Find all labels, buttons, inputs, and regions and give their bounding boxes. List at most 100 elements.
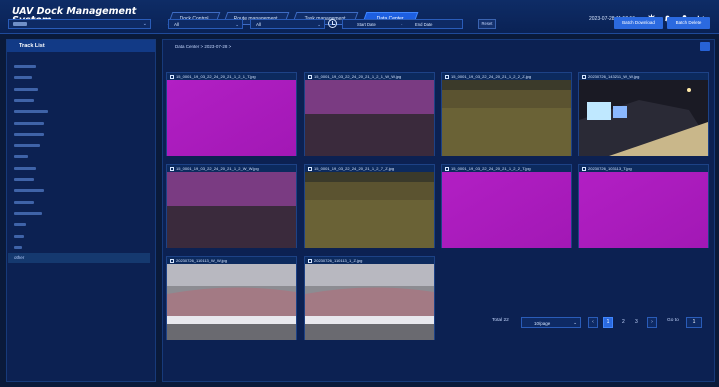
select-value [13, 22, 27, 26]
media-card[interactable]: 15_0001_19_03_22_24_20_21_1_2_1_T.jpg [166, 72, 297, 156]
media-card[interactable]: 20230726_110113_W_W.jpg [166, 256, 297, 340]
track-list-item[interactable] [8, 208, 150, 218]
media-file-name: 15_0001_19_03_22_24_20_21_1_2_W_W.jpg [176, 166, 259, 171]
media-thumbnail[interactable] [579, 172, 708, 248]
page-2-button[interactable]: 2 [622, 319, 625, 325]
media-file-name: 20230726_143211_W_W.jpg [588, 74, 640, 79]
track-list-item[interactable] [8, 118, 150, 128]
track-list-item[interactable] [8, 219, 150, 229]
track-item-label [14, 245, 22, 249]
select-checkbox[interactable] [308, 166, 312, 171]
date-range-picker[interactable]: Start Date - End Date [342, 19, 463, 29]
track-item-label [14, 65, 36, 68]
page-3-button[interactable]: 3 [635, 319, 638, 325]
select-checkbox[interactable] [445, 74, 449, 79]
track-item-label [14, 155, 28, 159]
chevron-down-icon: ⌄ [142, 21, 147, 27]
track-list-item[interactable] [8, 163, 150, 173]
select-checkbox[interactable] [170, 74, 174, 79]
media-file-name: 20230726_103113_T.jpg [588, 166, 632, 171]
media-thumbnail[interactable] [167, 172, 296, 248]
track-list-item[interactable] [8, 242, 150, 252]
media-card[interactable]: 20230726_143211_W_W.jpg [578, 72, 709, 156]
media-thumbnail[interactable] [167, 80, 296, 156]
media-card[interactable]: 15_0001_19_03_22_24_20_21_1_2_1_W_W.jpg [304, 72, 435, 156]
media-card-header: 15_0001_19_03_22_24_20_21_1_2_1_T.jpg [167, 73, 296, 80]
track-item-label [14, 178, 34, 181]
select-checkbox[interactable] [170, 258, 174, 263]
track-list-item[interactable] [8, 197, 150, 207]
chevron-down-icon: ⌄ [573, 320, 577, 325]
reset-button[interactable]: Reset [478, 19, 496, 29]
track-list-item[interactable]: other [8, 253, 150, 264]
media-file-name: 20230726_110113_W_W.jpg [176, 258, 228, 263]
track-list-item[interactable] [8, 185, 150, 195]
media-card-header: 15_0001_19_03_22_24_20_21_1_2_7_Z.jpg [305, 165, 434, 172]
batch-download-button[interactable]: Batch Download [614, 17, 663, 29]
media-thumbnail[interactable] [442, 172, 571, 248]
goto-label: Go to [667, 318, 679, 323]
track-item-label [14, 234, 24, 238]
media-card-header: 20230726_110113_1_Z.jpg [305, 257, 434, 264]
track-list-item[interactable] [8, 72, 150, 82]
media-thumbnail[interactable] [579, 80, 708, 156]
next-page-button[interactable]: › [647, 317, 657, 328]
chevron-down-icon: ⌄ [235, 21, 239, 27]
track-filter-select[interactable]: ⌄ [8, 19, 151, 29]
breadcrumb[interactable]: Data Center > 2023-07-28 > [175, 44, 231, 49]
media-card[interactable]: 20230726_103113_T.jpg [578, 164, 709, 248]
total-count: Total 22 [492, 318, 509, 323]
batch-delete-button[interactable]: Batch Delete [667, 17, 710, 29]
track-item-label [14, 223, 26, 227]
page-1-button[interactable]: 1 [603, 317, 613, 328]
media-card[interactable]: 15_0001_19_03_22_24_20_21_1_2_2_Z.jpg [441, 72, 572, 156]
track-item-label [14, 98, 34, 102]
track-list-item[interactable] [8, 151, 150, 161]
media-file-name: 15_0001_19_03_22_24_20_21_1_2_7_Z.jpg [314, 166, 395, 171]
select-checkbox[interactable] [308, 74, 312, 79]
track-list-item[interactable] [8, 129, 150, 139]
media-card[interactable]: 15_0001_19_03_22_24_20_21_1_2_2_T.jpg [441, 164, 572, 248]
track-list-item[interactable] [8, 84, 150, 94]
track-item-label [14, 166, 36, 170]
media-thumbnail[interactable] [305, 264, 434, 340]
track-list-item[interactable] [8, 61, 150, 71]
media-card[interactable]: 15_0001_19_03_22_24_20_21_1_2_7_Z.jpg [304, 164, 435, 248]
media-card[interactable]: 15_0001_19_03_22_24_20_21_1_2_W_W.jpg [166, 164, 297, 248]
fullscreen-button[interactable] [700, 42, 710, 51]
media-card-header: 20230726_110113_W_W.jpg [167, 257, 296, 264]
start-date-input[interactable]: Start Date [357, 22, 376, 27]
media-file-name: 15_0001_19_03_22_24_20_21_1_2_1_T.jpg [176, 74, 256, 79]
track-item-label [14, 132, 44, 136]
track-list-item[interactable] [8, 106, 150, 116]
range-separator: - [401, 22, 403, 27]
page-size-select[interactable]: 10/page ⌄ [521, 317, 581, 328]
select-checkbox[interactable] [582, 74, 586, 79]
media-file-name: 20230726_110113_1_Z.jpg [314, 258, 363, 263]
prev-page-button[interactable]: ‹ [588, 317, 598, 328]
media-card-header: 15_0001_19_03_22_24_20_21_1_2_1_W_W.jpg [305, 73, 434, 80]
select-checkbox[interactable] [445, 166, 449, 171]
type-filter-select[interactable]: All ⌄ [168, 19, 243, 29]
end-date-input[interactable]: End Date [415, 22, 432, 27]
track-item-label [14, 87, 38, 91]
media-thumbnail[interactable] [305, 80, 434, 156]
source-filter-select[interactable]: All ⌄ [250, 19, 325, 29]
media-card[interactable]: 20230726_110113_1_Z.jpg [304, 256, 435, 340]
select-checkbox[interactable] [170, 166, 174, 171]
track-list-item[interactable] [8, 95, 150, 105]
select-checkbox[interactable] [308, 258, 312, 263]
track-list-item[interactable] [8, 231, 150, 241]
track-item-label: other [14, 255, 25, 261]
media-thumbnail[interactable] [442, 80, 571, 156]
track-list-header: Track List [7, 40, 155, 52]
media-thumbnail[interactable] [167, 264, 296, 340]
clock-icon [328, 19, 337, 28]
track-list-item[interactable] [8, 140, 150, 150]
track-list-item[interactable] [8, 174, 150, 184]
goto-page-input[interactable]: 1 [686, 317, 702, 328]
media-thumbnail[interactable] [305, 172, 434, 248]
track-item-label [14, 211, 42, 215]
track-item-label [14, 144, 40, 148]
select-checkbox[interactable] [582, 166, 586, 171]
